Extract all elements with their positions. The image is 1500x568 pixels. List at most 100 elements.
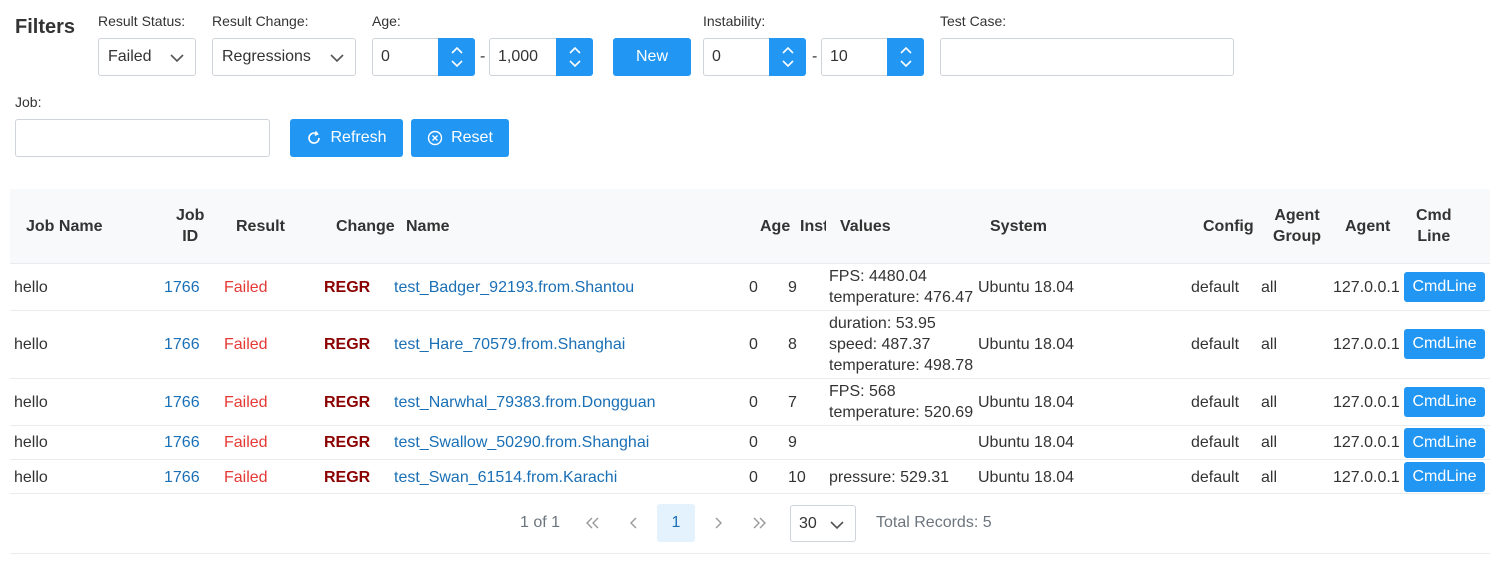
instability-range-separator: - [812,48,818,65]
instability-min-input[interactable]: 0 [703,38,769,76]
test-name-link[interactable]: test_Badger_92193.from.Shantou [394,277,634,298]
instability-cell: 9 [788,279,797,296]
age-min-spin-buttons[interactable] [438,38,475,76]
column-header-age[interactable]: Age [760,216,790,237]
cmdline-button[interactable]: CmdLine [1404,272,1485,302]
instability-max-stepper[interactable]: 10 [821,38,924,76]
next-page-button[interactable] [699,504,737,542]
age-cell: 0 [749,279,758,296]
test-name-link[interactable]: test_Hare_70579.from.Shanghai [394,334,625,355]
test-case-input[interactable] [940,38,1234,76]
filters-title: Filters [15,16,76,38]
chevron-down-icon[interactable] [781,58,795,70]
column-header-job-id[interactable]: Job ID [176,205,204,247]
column-header-job-id-line2: ID [182,228,199,245]
column-header-change[interactable]: Change [336,216,395,237]
agent-group-cell: all [1261,469,1278,486]
first-page-button[interactable] [573,504,611,542]
instability-min-spin-buttons[interactable] [769,38,806,76]
job-name-cell: hello [14,469,48,486]
reset-button[interactable]: Reset [411,119,509,157]
result-cell: Failed [224,279,268,296]
column-header-instability[interactable]: Inst [800,216,826,237]
job-id-link[interactable]: 1766 [164,467,200,488]
rows-per-page-select[interactable]: 30 [790,505,856,542]
job-name-cell: hello [14,279,48,296]
test-name-link[interactable]: test_Swallow_50290.from.Shanghai [394,432,649,453]
page-button-current[interactable]: 1 [657,504,695,542]
agent-cell: 127.0.0.1 [1333,336,1400,353]
config-cell: default [1191,336,1240,353]
value-line: pressure: 529.31 [829,469,950,486]
table-row: hello 1766 Failed REGR test_Narwhal_7938… [10,379,1490,426]
column-header-agent[interactable]: Agent [1345,216,1390,237]
table-row: hello 1766 Failed REGR test_Hare_70579.f… [10,311,1490,379]
agent-cell: 127.0.0.1 [1333,279,1400,296]
chevron-down-icon[interactable] [568,58,582,70]
change-cell: REGR [324,469,371,486]
column-header-job-name[interactable]: Job Name [26,216,102,237]
job-id-link[interactable]: 1766 [164,392,200,413]
new-button[interactable]: New [613,38,691,76]
result-change-select[interactable]: Regressions [212,38,356,76]
age-max-spin-buttons[interactable] [556,38,593,76]
chevron-down-icon[interactable] [450,58,464,70]
job-id-link[interactable]: 1766 [164,432,200,453]
value-line: temperature: 498.78 [829,357,974,374]
table-row: hello 1766 Failed REGR test_Swan_61514.f… [10,460,1490,494]
last-page-button[interactable] [741,504,779,542]
cmdline-button[interactable]: CmdLine [1404,387,1485,417]
cmdline-button[interactable]: CmdLine [1404,428,1485,458]
job-id-link[interactable]: 1766 [164,334,200,355]
chevron-right-icon [715,517,722,529]
result-status-select[interactable]: Failed [98,38,196,76]
column-header-values[interactable]: Values [840,216,891,237]
instability-max-spin-buttons[interactable] [887,38,924,76]
values-cell: FPS: 568 temperature: 520.69 [829,381,973,423]
cmdline-button[interactable]: CmdLine [1404,462,1485,492]
job-name-cell: hello [14,336,48,353]
age-min-stepper[interactable]: 0 [372,38,475,76]
chevron-up-icon[interactable] [568,44,582,56]
column-header-cmd-line-line1: Cmd [1416,207,1452,224]
pagination: 1 of 1 1 30 Total Records: 5 [10,494,1490,554]
values-cell: duration: 53.95 speed: 487.37 temperatur… [829,313,973,376]
age-max-stepper[interactable]: 1,000 [489,38,593,76]
cmdline-button[interactable]: CmdLine [1404,329,1485,359]
column-header-result[interactable]: Result [236,216,285,237]
column-header-config[interactable]: Config [1203,216,1254,237]
age-min-input[interactable]: 0 [372,38,438,76]
result-cell: Failed [224,394,268,411]
chevron-up-icon[interactable] [781,44,795,56]
chevron-up-icon[interactable] [450,44,464,56]
result-cell: Failed [224,434,268,451]
refresh-button-label: Refresh [330,129,387,146]
refresh-button[interactable]: Refresh [290,119,403,157]
test-name-link[interactable]: test_Narwhal_79383.from.Dongguan [394,392,656,413]
chevron-down-icon[interactable] [899,58,913,70]
value-line: temperature: 520.69 [829,404,974,421]
column-header-name[interactable]: Name [406,216,450,237]
age-max-input[interactable]: 1,000 [489,38,556,76]
double-chevron-right-icon [753,517,766,529]
instability-cell: 7 [788,394,797,411]
rows-per-page-value: 30 [799,514,817,532]
agent-cell: 127.0.0.1 [1333,434,1400,451]
column-header-agent-group-line1: Agent [1274,207,1320,224]
test-name-link[interactable]: test_Swan_61514.from.Karachi [394,467,617,488]
chevron-up-icon[interactable] [899,44,913,56]
instability-max-input[interactable]: 10 [821,38,887,76]
column-header-system[interactable]: System [990,216,1047,237]
total-records: Total Records: 5 [876,514,992,531]
job-input[interactable] [15,119,270,157]
instability-min-stepper[interactable]: 0 [703,38,806,76]
job-id-link[interactable]: 1766 [164,277,200,298]
value-line: FPS: 568 [829,383,896,400]
column-header-agent-group[interactable]: Agent Group [1273,205,1321,247]
column-header-agent-group-line2: Group [1273,228,1321,245]
prev-page-button[interactable] [615,504,653,542]
column-header-cmd-line[interactable]: Cmd Line [1416,205,1452,247]
system-cell: Ubuntu 18.04 [978,434,1075,451]
column-header-job-id-line1: Job [176,207,205,224]
age-cell: 0 [749,336,758,353]
